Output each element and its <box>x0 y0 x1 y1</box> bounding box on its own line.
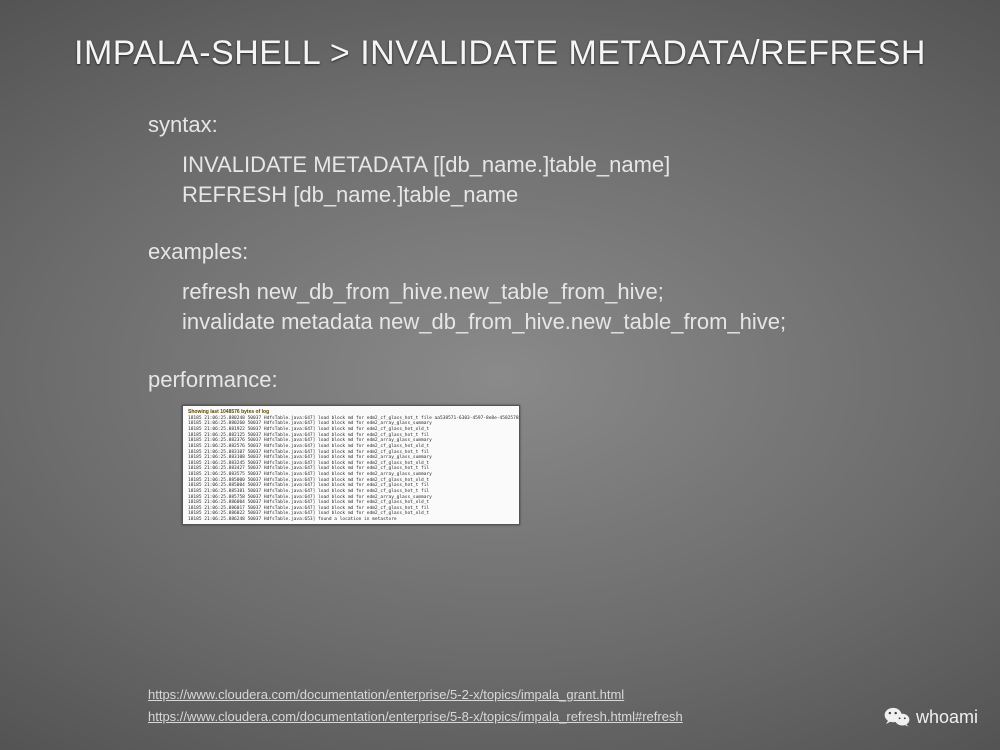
slide-title: IMPALA-SHELL > INVALIDATE METADATA/REFRE… <box>0 34 1000 73</box>
performance-log-screenshot: Showing last 1048576 bytes of log 18185 … <box>182 405 520 525</box>
log-line: 18185 21:06:25.886248 50037 HdfsTable.ja… <box>188 517 514 523</box>
examples-label: examples: <box>148 239 960 265</box>
syntax-line: REFRESH [db_name.]table_name <box>182 180 960 210</box>
slide: IMPALA-SHELL > INVALIDATE METADATA/REFRE… <box>0 0 1000 750</box>
performance-block: performance: Showing last 1048576 bytes … <box>148 367 960 525</box>
example-line: invalidate metadata new_db_from_hive.new… <box>182 307 960 337</box>
wechat-icon <box>884 706 910 728</box>
syntax-line: INVALIDATE METADATA [[db_name.]table_nam… <box>182 150 960 180</box>
watermark: whoami <box>884 706 978 728</box>
reference-link[interactable]: https://www.cloudera.com/documentation/e… <box>148 709 683 724</box>
syntax-block: syntax: INVALIDATE METADATA [[db_name.]t… <box>148 112 960 209</box>
performance-label: performance: <box>148 367 960 393</box>
reference-link[interactable]: https://www.cloudera.com/documentation/e… <box>148 687 624 702</box>
watermark-text: whoami <box>916 707 978 728</box>
syntax-body: INVALIDATE METADATA [[db_name.]table_nam… <box>182 150 960 209</box>
syntax-label: syntax: <box>148 112 960 138</box>
reference-links: https://www.cloudera.com/documentation/e… <box>148 684 683 728</box>
examples-block: examples: refresh new_db_from_hive.new_t… <box>148 239 960 336</box>
log-header: Showing last 1048576 bytes of log <box>188 409 514 416</box>
slide-content: syntax: INVALIDATE METADATA [[db_name.]t… <box>148 112 960 555</box>
example-line: refresh new_db_from_hive.new_table_from_… <box>182 277 960 307</box>
examples-body: refresh new_db_from_hive.new_table_from_… <box>182 277 960 336</box>
